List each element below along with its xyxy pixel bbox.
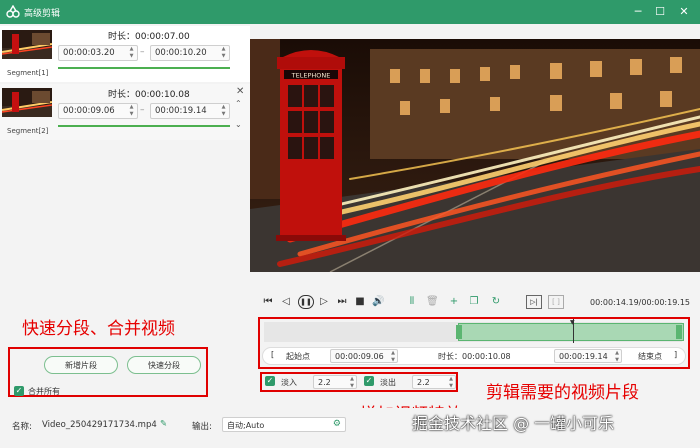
segment-thumbnail [2, 88, 52, 117]
selection-start-handle[interactable] [456, 325, 462, 339]
skip-end-icon[interactable]: ⏭ [336, 295, 348, 309]
file-name: Video_250429171734.mp4 [42, 420, 157, 430]
segment-item[interactable]: Segment[1] 时长：00:00:07.00 00:00:03.20 ▲ ▼ … [0, 26, 250, 82]
mark-in-icon[interactable]: ▷| [526, 295, 542, 309]
reset-icon[interactable]: ↻ [490, 295, 502, 309]
segment-item[interactable]: Segment[2] 时长：00:00:10.08 00:00:09.06 ▲ ▼ … [0, 84, 250, 140]
fade-in-label: 淡入 [281, 378, 297, 387]
watermark-text: 掘金技术社区 @ 一罐小可乐 [412, 414, 615, 433]
merge-all-checkbox[interactable]: ✓ [14, 386, 24, 396]
segment-duration: 时长：00:00:10.08 [108, 90, 190, 100]
segment-start-field[interactable]: 00:00:09.06 ▲ ▼ [58, 103, 138, 119]
quick-split-button[interactable]: 快速分段 [127, 356, 201, 374]
start-point-button[interactable]: 起始点 [286, 351, 310, 362]
edit-pencil-icon[interactable]: ✎ [160, 419, 167, 429]
fade-in-field[interactable]: 2.2 ▲ ▼ [313, 375, 357, 389]
segment-end-field[interactable]: 00:00:10.20 ▲ ▼ [150, 45, 230, 61]
add-segment-button[interactable]: 新增片段 [44, 356, 118, 374]
trim-start-field[interactable]: 00:00:09.06 ▲ ▼ [330, 349, 398, 363]
segment-duration: 时长：00:00:07.00 [108, 32, 190, 42]
remove-segment-icon[interactable]: ✕ [236, 86, 244, 97]
segment-range-bar [58, 125, 230, 127]
minimize-button[interactable]: ─ [630, 4, 646, 20]
volume-icon[interactable]: 🔊 [372, 295, 384, 309]
copy-icon[interactable]: ❐ [468, 295, 480, 309]
selection-end-handle[interactable] [676, 325, 682, 339]
end-point-button[interactable]: 结束点 [638, 351, 662, 362]
app-logo-icon [6, 5, 20, 18]
fade-out-label: 淡出 [380, 378, 396, 387]
title-bar: 高级剪辑 ─ ☐ ✕ [0, 0, 700, 24]
delete-icon[interactable]: 🗑 [426, 295, 439, 309]
settings-gear-icon[interactable]: ⚙ [333, 419, 341, 429]
split-icon[interactable]: ⦀ [406, 295, 418, 309]
footer-bar: 名称: Video_250429171734.mp4 ✎ 输出: 自动;Auto… [0, 408, 700, 448]
stop-icon[interactable]: ■ [354, 295, 366, 309]
window-title: 高级剪辑 [24, 9, 61, 19]
segment-thumbnail [2, 30, 52, 59]
close-window-button[interactable]: ✕ [676, 4, 692, 20]
booth-sign: TELEPHONE [291, 72, 331, 80]
name-label: 名称: [12, 422, 32, 432]
merge-all-label: 合并所有 [28, 387, 60, 396]
output-field[interactable]: 自动;Auto ⚙ [222, 417, 346, 432]
skip-start-icon[interactable]: ⏮ [262, 295, 274, 309]
player-controls: ⏮ ◁ ❚❚ ▷ ⏭ ■ 🔊 ⦀ 🗑 + ❐ ↻ ▷| [ ] 00:00:14… [250, 295, 700, 311]
segment-label: Segment[2] [7, 127, 49, 135]
pause-icon[interactable]: ❚❚ [298, 295, 314, 309]
fade-out-checkbox[interactable]: ✓ [364, 376, 374, 386]
mark-out-icon[interactable]: [ ] [548, 295, 564, 309]
step-forward-icon[interactable]: ▷ [318, 295, 330, 309]
chevron-up-icon[interactable]: ⌃ [235, 99, 242, 108]
segment-start-field[interactable]: 00:00:03.20 ▲ ▼ [58, 45, 138, 61]
segment-end-field[interactable]: 00:00:19.14 ▲ ▼ [150, 103, 230, 119]
add-icon[interactable]: + [448, 295, 460, 309]
segment-label: Segment[1] [7, 69, 49, 77]
trim-end-field[interactable]: 00:00:19.14 ▲ ▼ [554, 349, 622, 363]
end-bracket-icon: ] [674, 350, 678, 359]
chevron-down-icon[interactable]: ⌄ [235, 120, 242, 129]
video-preview: TELEPHONE [250, 39, 700, 272]
trim-duration: 时长：00:00:10.08 [438, 352, 511, 361]
segment-range-bar [58, 67, 230, 69]
fade-in-checkbox[interactable]: ✓ [265, 376, 275, 386]
start-bracket-icon: [ [271, 350, 275, 359]
maximize-button[interactable]: ☐ [652, 4, 668, 20]
annotation-trim: 剪辑需要的视频片段 [486, 383, 639, 403]
fade-out-field[interactable]: 2.2 ▲ ▼ [412, 375, 456, 389]
time-display: 00:00:14.19/00:00:19.15 [590, 298, 690, 307]
annotation-split-merge: 快速分段、合并视频 [22, 319, 175, 339]
playhead-marker-icon: ▼ [570, 319, 575, 326]
step-back-icon[interactable]: ◁ [280, 295, 292, 309]
output-label: 输出: [192, 422, 212, 432]
